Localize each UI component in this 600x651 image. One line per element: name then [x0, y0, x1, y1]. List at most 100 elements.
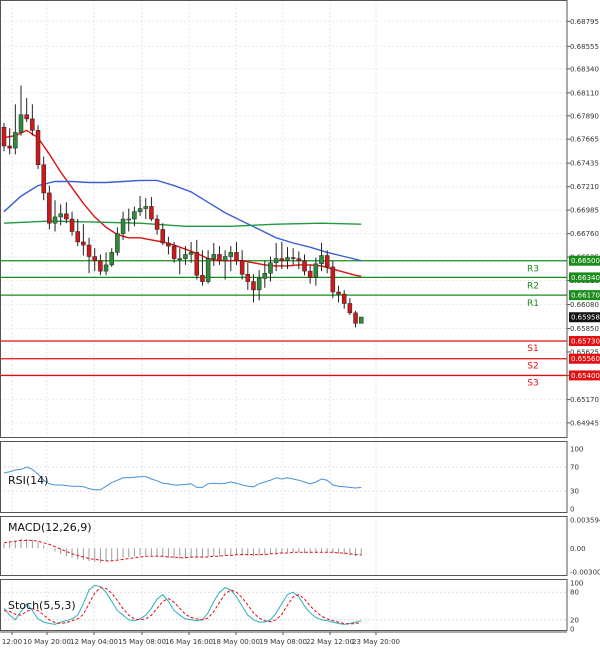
- y-tick-label: 0.65850: [570, 325, 599, 333]
- x-tick-label: 12 May 04:00: [70, 638, 118, 646]
- macd-tick-label: -0.003005: [570, 569, 600, 577]
- level-name-s1: S1: [527, 344, 538, 354]
- candle-down: [296, 258, 302, 261]
- candle-down: [92, 256, 97, 261]
- level-price-label: 0.65730: [571, 338, 600, 346]
- y-tick-label: 0.68340: [570, 65, 599, 73]
- x-tick-label: 18 May 00:00: [212, 638, 260, 646]
- candle-down: [290, 257, 296, 259]
- candle-down: [160, 229, 166, 244]
- x-tick-label: 23 May 20:00: [352, 638, 400, 646]
- candle-up: [132, 211, 137, 220]
- y-tick-label: 0.67210: [570, 183, 599, 191]
- candle-up: [262, 272, 268, 279]
- candle-up: [18, 114, 24, 133]
- level-price-label: 0.66170: [571, 292, 600, 300]
- candle-down: [41, 164, 46, 194]
- level-price-label: 0.65560: [571, 355, 600, 363]
- candle-down: [194, 252, 200, 276]
- level-name-s3: S3: [527, 378, 538, 388]
- candle-up: [358, 316, 364, 324]
- stoch-tick-label: 80: [570, 589, 579, 597]
- candle-down: [336, 291, 341, 295]
- candle-down: [171, 245, 177, 259]
- candle-up: [126, 218, 131, 221]
- candle-down: [64, 213, 69, 220]
- candle-up: [268, 262, 273, 274]
- chart-root: R3 R2 R1 S1 S2 S3 RSI(14) MACD(12,26,9) Stoch…: [0, 0, 600, 651]
- candle-down: [324, 255, 330, 268]
- y-tick-label: 0.66080: [570, 301, 599, 309]
- candle-down: [47, 192, 52, 224]
- x-tick-label: 19 May 08:00: [259, 638, 307, 646]
- rsi-tick-label: 30: [570, 488, 579, 496]
- candle-down: [245, 274, 251, 282]
- background: [0, 0, 600, 651]
- candle-down: [30, 118, 35, 131]
- x-tick-label: 10 May 20:00: [23, 638, 71, 646]
- level-name-r3: R3: [527, 265, 539, 275]
- stoch-tick-label: 20: [570, 616, 579, 624]
- candle-up: [109, 252, 114, 266]
- candle-down: [239, 260, 245, 275]
- candle-down: [302, 260, 307, 272]
- candle-down: [154, 218, 160, 230]
- y-tick-label: 0.68555: [570, 43, 599, 51]
- rsi-tick-label: 100: [570, 446, 583, 454]
- candle-down: [86, 244, 92, 257]
- rsi-tick-label: 70: [570, 464, 579, 472]
- level-name-r1: R1: [527, 299, 539, 309]
- y-tick-label: 0.66985: [570, 207, 599, 215]
- x-tick-label: 16 May 16:00: [165, 638, 213, 646]
- y-tick-label: 0.68795: [570, 18, 599, 26]
- macd-tick-label: 0.00: [570, 545, 586, 553]
- candle-up: [120, 218, 126, 234]
- stoch-label: Stoch(5,5,3): [8, 599, 76, 612]
- candle-down: [217, 254, 222, 261]
- x-tick-label: 12:00: [2, 638, 22, 646]
- rsi-tick-label: 0: [570, 506, 574, 514]
- candle-down: [81, 241, 86, 246]
- candle-down: [234, 252, 239, 261]
- candle-down: [7, 145, 12, 149]
- y-tick-label: 0.68110: [570, 89, 599, 97]
- candle-down: [166, 242, 171, 247]
- candle-up: [188, 252, 194, 255]
- candle-down: [75, 231, 80, 243]
- candle-up: [313, 263, 319, 278]
- candle-up: [52, 216, 58, 224]
- y-tick-label: 0.64945: [570, 419, 599, 427]
- candle-down: [98, 260, 103, 272]
- level-price-label: 0.66340: [571, 274, 600, 282]
- candle-up: [183, 254, 188, 259]
- candle-down: [200, 275, 205, 282]
- y-tick-label: 0.66760: [570, 230, 599, 238]
- candle-up: [211, 254, 217, 259]
- x-tick-label: 22 May 12:00: [306, 638, 354, 646]
- candle-up: [103, 264, 109, 272]
- candle-up: [13, 132, 18, 149]
- candle-up: [319, 255, 324, 265]
- candle-up: [256, 278, 262, 291]
- candle-up: [143, 206, 148, 209]
- y-tick-label: 0.65170: [570, 396, 599, 404]
- level-price-label: 0.65400: [571, 372, 600, 380]
- y-tick-label: 0.67890: [570, 112, 599, 120]
- level-price-label: 0.66500: [571, 257, 600, 265]
- candle-down: [353, 312, 358, 324]
- stoch-tick-label: 100: [570, 580, 583, 588]
- candle-up: [285, 257, 290, 261]
- y-tick-label: 0.67665: [570, 136, 599, 144]
- candle-up: [222, 256, 228, 261]
- candle-down: [149, 206, 154, 220]
- candle-down: [307, 270, 313, 278]
- current-price-label: 0.65958: [571, 314, 600, 322]
- candle-up: [137, 208, 143, 212]
- stoch-tick-label: 0: [570, 626, 574, 634]
- candle-down: [279, 258, 285, 261]
- rsi-label: RSI(14): [8, 474, 48, 487]
- candle-up: [273, 258, 279, 264]
- candle-down: [347, 303, 353, 314]
- y-tick-label: 0.67435: [570, 160, 599, 168]
- level-name-s2: S2: [527, 362, 538, 372]
